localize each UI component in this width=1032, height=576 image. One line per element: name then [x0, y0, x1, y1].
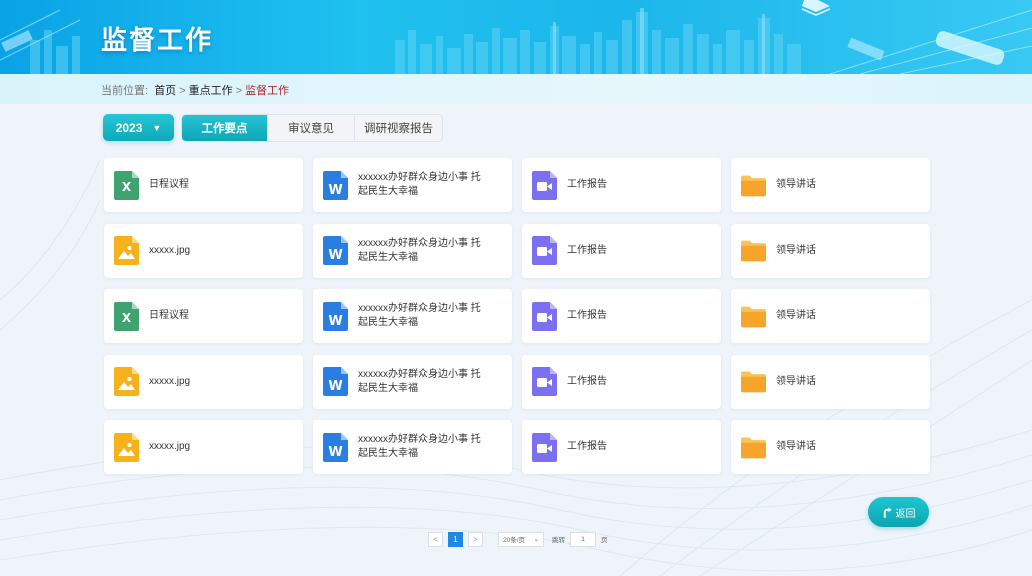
file-card[interactable]: xxxxx.jpg — [104, 223, 303, 278]
svg-text:X: X — [122, 311, 132, 325]
file-name: xxxxxx办好群众身边小事 托起民生大幸福 — [358, 368, 481, 394]
page-size-select[interactable]: 20条/页 ⌄ — [498, 531, 544, 547]
file-card[interactable]: xxxxx.jpg — [104, 420, 303, 474]
breadcrumb-key-work[interactable]: 重点工作 — [189, 85, 233, 97]
goto-label: 跳转 — [552, 537, 565, 544]
tab-review-opinions[interactable]: 审议意见 — [268, 115, 355, 141]
folder-icon — [741, 236, 766, 265]
breadcrumb: 当前位置: 首页 > 重点工作 > 监督工作 — [101, 82, 289, 98]
page-title: 监督工作 — [101, 26, 214, 56]
file-name: 日程议程 — [149, 310, 189, 321]
word-icon: W — [323, 170, 348, 200]
svg-text:W: W — [328, 314, 342, 329]
breadcrumb-bar: 当前位置: 首页 > 重点工作 > 监督工作 — [0, 74, 1032, 104]
tab-research-reports[interactable]: 调研视察报告 — [355, 115, 442, 141]
svg-text:W: W — [328, 379, 342, 394]
return-arrow-icon — [883, 506, 892, 518]
word-icon: W — [323, 367, 348, 396]
file-card[interactable]: 工作报告 — [522, 420, 721, 474]
year-value: 2023 — [115, 120, 143, 135]
word-icon: W — [323, 236, 348, 265]
page-unit-label: 页 — [601, 537, 608, 544]
goto-page-input[interactable]: 1 — [570, 531, 596, 547]
folder-icon — [741, 171, 766, 200]
file-card[interactable]: Wxxxxxx办好群众身边小事 托起民生大幸福 — [313, 354, 512, 409]
file-name: 工作报告 — [567, 244, 607, 256]
file-card[interactable]: Wxxxxxx办好群众身边小事 托起民生大幸福 — [313, 420, 512, 474]
file-card[interactable]: 工作报告 — [522, 289, 721, 343]
image-icon — [114, 367, 139, 396]
pagination: < 1 > 20条/页 ⌄ 跳转 1 页 — [428, 531, 608, 547]
svg-text:X: X — [122, 180, 132, 194]
video-icon — [532, 432, 557, 462]
file-name: xxxxxx办好群众身边小事 托起民生大幸福 — [358, 303, 481, 328]
layers-icon — [801, 0, 831, 16]
video-icon — [532, 236, 557, 265]
video-icon — [532, 367, 557, 396]
folder-icon — [741, 367, 766, 396]
caret-down-icon: ▼ — [152, 122, 162, 133]
file-name: xxxxx.jpg — [149, 375, 191, 387]
file-name: 工作报告 — [567, 179, 607, 190]
file-card[interactable]: xxxxx.jpg — [104, 354, 303, 409]
folder-icon — [741, 433, 766, 462]
file-name: 工作报告 — [567, 310, 607, 321]
file-card[interactable]: 工作报告 — [522, 158, 721, 212]
breadcrumb-prefix: 当前位置: — [101, 85, 149, 97]
image-icon — [114, 236, 139, 265]
file-card[interactable]: 领导讲话 — [731, 420, 930, 474]
file-card[interactable]: Wxxxxxx办好群众身边小事 托起民生大幸福 — [313, 158, 512, 212]
breadcrumb-home[interactable]: 首页 — [154, 85, 176, 97]
image-icon — [114, 432, 139, 462]
breadcrumb-separator: > — [179, 85, 186, 97]
back-button[interactable]: 返回 — [868, 497, 929, 527]
word-icon: W — [323, 432, 348, 462]
file-name: 领导讲话 — [776, 310, 816, 321]
file-name: xxxxx.jpg — [149, 441, 191, 452]
file-name: 工作报告 — [567, 441, 607, 452]
page-number-1[interactable]: 1 — [448, 531, 463, 547]
file-card[interactable]: 领导讲话 — [731, 289, 930, 343]
header-banner: 监督工作 — [0, 0, 1032, 74]
file-card[interactable]: X 日程议程 — [104, 289, 303, 343]
svg-text:W: W — [328, 183, 342, 198]
file-card[interactable]: 工作报告 — [522, 223, 721, 278]
file-name: 日程议程 — [149, 179, 189, 190]
file-name: 领导讲话 — [776, 179, 816, 190]
file-name: xxxxxx办好群众身边小事 托起民生大幸福 — [358, 172, 481, 197]
file-name: 领导讲话 — [776, 244, 816, 256]
excel-icon: X — [114, 170, 139, 200]
file-name: xxxxxx办好群众身边小事 托起民生大幸福 — [358, 434, 481, 459]
breadcrumb-separator: > — [235, 85, 243, 97]
excel-icon: X — [114, 301, 139, 331]
file-card[interactable]: Wxxxxxx办好群众身边小事 托起民生大幸福 — [313, 289, 512, 343]
file-card[interactable]: 领导讲话 — [731, 223, 930, 278]
back-button-label: 返回 — [895, 508, 916, 520]
chevron-down-icon: ⌄ — [533, 536, 539, 543]
file-name: 工作报告 — [567, 375, 607, 387]
word-icon: W — [323, 301, 348, 331]
file-card[interactable]: 领导讲话 — [731, 354, 930, 409]
page-size-value: 20条/页 — [503, 537, 526, 544]
svg-text:W: W — [328, 248, 342, 263]
next-page-button[interactable]: > — [468, 531, 483, 547]
folder-icon — [741, 302, 766, 331]
file-name: 领导讲话 — [776, 441, 816, 452]
file-card[interactable]: 工作报告 — [522, 354, 721, 409]
tab-bar: 工作要点 审议意见 调研视察报告 — [181, 114, 443, 142]
file-card[interactable]: 领导讲话 — [731, 158, 930, 212]
video-icon — [532, 301, 557, 331]
video-icon — [532, 170, 557, 200]
file-name: xxxxx.jpg — [149, 244, 191, 256]
file-card[interactable]: Wxxxxxx办好群众身边小事 托起民生大幸福 — [313, 223, 512, 278]
file-grid: X 日程议程 Wxxxxxx办好群众身边小事 托起民生大幸福 工作报告 领导讲话 xxxx… — [104, 158, 930, 474]
file-card[interactable]: X 日程议程 — [104, 158, 303, 212]
svg-text:W: W — [328, 445, 342, 460]
breadcrumb-current: 监督工作 — [245, 85, 290, 97]
prev-page-button[interactable]: < — [428, 531, 443, 547]
file-name: xxxxxx办好群众身边小事 托起民生大幸福 — [358, 237, 481, 263]
tab-work-points[interactable]: 工作要点 — [182, 115, 268, 141]
file-name: 领导讲话 — [776, 375, 816, 387]
year-select[interactable]: 2023 ▼ — [103, 114, 174, 141]
